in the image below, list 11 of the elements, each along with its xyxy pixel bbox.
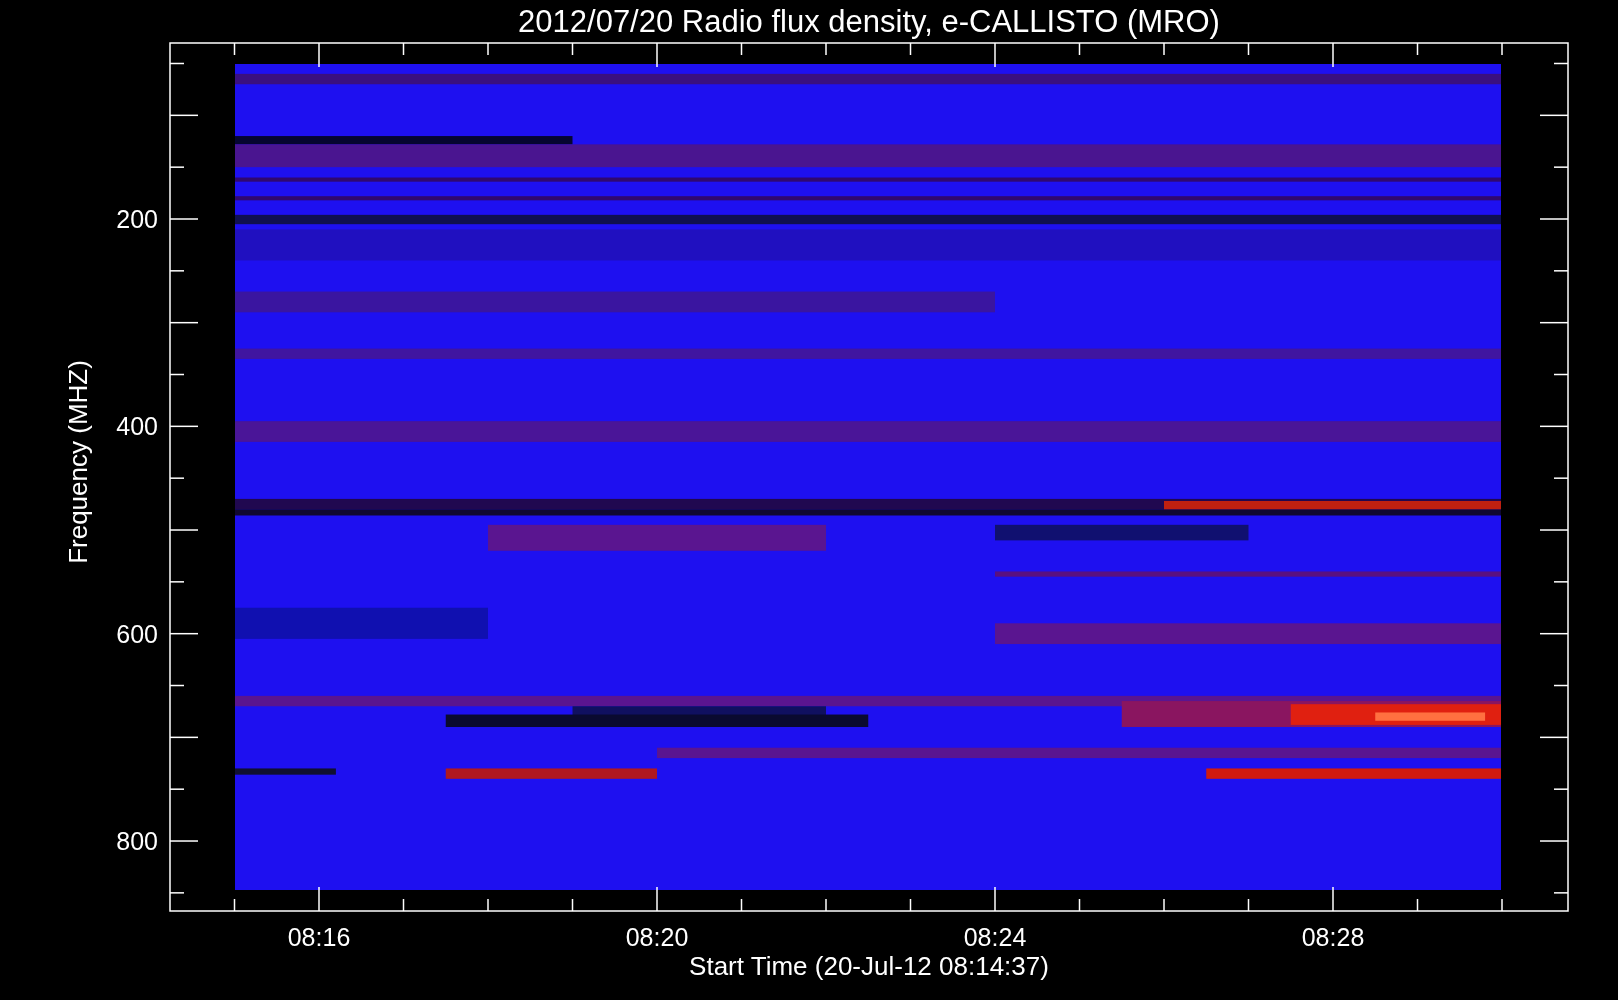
x-axis-label: Start Time (20-Jul-12 08:14:37)	[689, 951, 1049, 981]
x-tick-label: 08:24	[963, 923, 1027, 951]
y-tick-label: 400	[116, 412, 158, 441]
y-axis-label: Frequency (MHZ)	[63, 360, 93, 564]
y-tick-label: 600	[116, 619, 158, 648]
x-tick-label: 08:20	[625, 923, 689, 951]
x-tick-label: 08:28	[1301, 923, 1365, 951]
y-tick-label: 800	[116, 827, 158, 855]
chart-title: 2012/07/20 Radio flux density, e-CALLISTO (MRO)	[518, 4, 1220, 39]
x-tick-label: 08:16	[287, 923, 351, 951]
y-tick-label: 200	[116, 205, 158, 233]
